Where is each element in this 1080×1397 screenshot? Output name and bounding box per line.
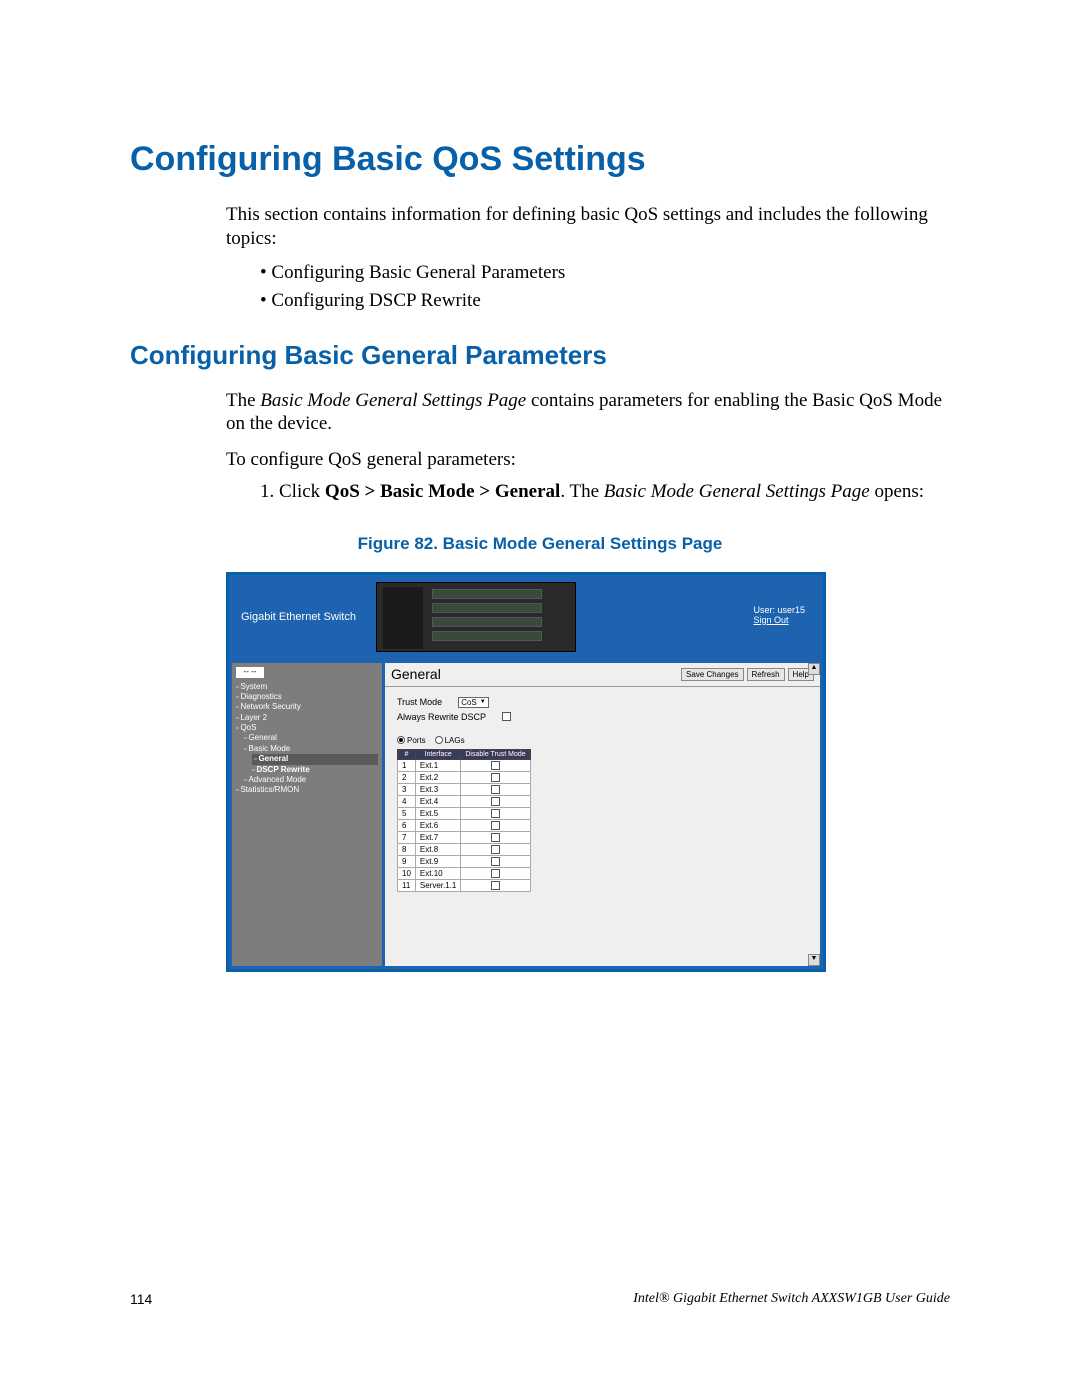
heading-2: Configuring Basic General Parameters — [130, 340, 950, 371]
app-header: Gigabit Ethernet Switch User: user15 Sig… — [229, 575, 823, 660]
nav-item-layer2[interactable]: Layer 2 — [236, 713, 378, 723]
trust-checkbox[interactable] — [491, 821, 500, 830]
trust-checkbox[interactable] — [491, 785, 500, 794]
table-row: 8Ext.8 — [398, 843, 531, 855]
trust-mode-label: Trust Mode — [397, 697, 442, 707]
trust-checkbox[interactable] — [491, 773, 500, 782]
device-image — [376, 582, 576, 652]
intro-paragraph: This section contains information for de… — [226, 203, 950, 251]
nav-item-diagnostics[interactable]: Diagnostics — [236, 692, 378, 702]
nav-item-system[interactable]: System — [236, 682, 378, 692]
nav-item-basic-mode[interactable]: Basic Mode — [244, 744, 378, 754]
table-row: 10Ext.10 — [398, 867, 531, 879]
col-disable-trust: Disable Trust Mode — [461, 749, 530, 759]
trust-checkbox[interactable] — [491, 857, 500, 866]
zoom-control[interactable]: -- -- — [236, 667, 264, 678]
trust-checkbox[interactable] — [491, 869, 500, 878]
nav-item-network-security[interactable]: Network Security — [236, 702, 378, 712]
page-number: 114 — [130, 1291, 152, 1307]
lags-radio[interactable] — [435, 736, 443, 744]
save-changes-button[interactable]: Save Changes — [681, 668, 743, 681]
panel-title: General — [391, 666, 441, 682]
user-info: User: user15 Sign Out — [753, 605, 805, 625]
page-footer: 114 Intel® Gigabit Ethernet Switch AXXSW… — [130, 1291, 950, 1307]
nav-item-general[interactable]: General — [244, 733, 378, 743]
paragraph: The Basic Mode General Settings Page con… — [226, 389, 950, 437]
user-label: User: user15 — [753, 605, 805, 615]
nav-tree: -- -- System Diagnostics Network Securit… — [232, 663, 382, 966]
step-1: 1. Click QoS > Basic Mode > General. The… — [260, 480, 950, 504]
paragraph: To configure QoS general parameters: — [226, 448, 950, 472]
ports-radio[interactable] — [397, 736, 405, 744]
guide-title: Intel® Gigabit Ethernet Switch AXXSW1GB … — [633, 1291, 950, 1307]
main-panel: General Save Changes Refresh Help ▲ ▼ Tr… — [385, 663, 820, 966]
topic-bullet-list: Configuring Basic General Parameters Con… — [260, 259, 950, 316]
bullet-item: Configuring Basic General Parameters — [260, 259, 950, 288]
trust-checkbox[interactable] — [491, 809, 500, 818]
interface-table: # Interface Disable Trust Mode 1Ext.1 2E… — [397, 749, 531, 892]
nav-item-statistics[interactable]: Statistics/RMON — [236, 785, 378, 795]
table-row: 6Ext.6 — [398, 819, 531, 831]
nav-item-qos[interactable]: QoS — [236, 723, 378, 733]
col-num: # — [398, 749, 416, 759]
figure-screenshot: Gigabit Ethernet Switch User: user15 Sig… — [226, 572, 826, 972]
table-row: 4Ext.4 — [398, 795, 531, 807]
rewrite-dscp-label: Always Rewrite DSCP — [397, 712, 486, 722]
nav-item-advanced-mode[interactable]: Advanced Mode — [244, 775, 378, 785]
trust-checkbox[interactable] — [491, 761, 500, 770]
table-row: 11Server.1.1 — [398, 879, 531, 891]
nav-item-dscp-rewrite[interactable]: DSCP Rewrite — [252, 765, 378, 775]
table-row: 7Ext.7 — [398, 831, 531, 843]
product-name: Gigabit Ethernet Switch — [241, 611, 356, 623]
nav-item-basic-general[interactable]: General — [252, 754, 378, 764]
table-row: 3Ext.3 — [398, 783, 531, 795]
trust-checkbox[interactable] — [491, 845, 500, 854]
trust-checkbox[interactable] — [491, 881, 500, 890]
heading-1: Configuring Basic QoS Settings — [130, 140, 950, 179]
refresh-button[interactable]: Refresh — [747, 668, 785, 681]
trust-mode-select[interactable]: CoS — [458, 697, 489, 708]
ports-radio-label: Ports — [407, 736, 426, 745]
scroll-up-icon[interactable]: ▲ — [808, 663, 820, 675]
figure-caption: Figure 82. Basic Mode General Settings P… — [130, 534, 950, 554]
table-row: 2Ext.2 — [398, 771, 531, 783]
bullet-item: Configuring DSCP Rewrite — [260, 287, 950, 316]
trust-checkbox[interactable] — [491, 833, 500, 842]
table-row: 9Ext.9 — [398, 855, 531, 867]
lags-radio-label: LAGs — [445, 736, 465, 745]
col-interface: Interface — [415, 749, 460, 759]
trust-checkbox[interactable] — [491, 797, 500, 806]
table-row: 1Ext.1 — [398, 759, 531, 771]
sign-out-link[interactable]: Sign Out — [753, 615, 805, 625]
table-row: 5Ext.5 — [398, 807, 531, 819]
rewrite-dscp-checkbox[interactable] — [502, 712, 511, 721]
